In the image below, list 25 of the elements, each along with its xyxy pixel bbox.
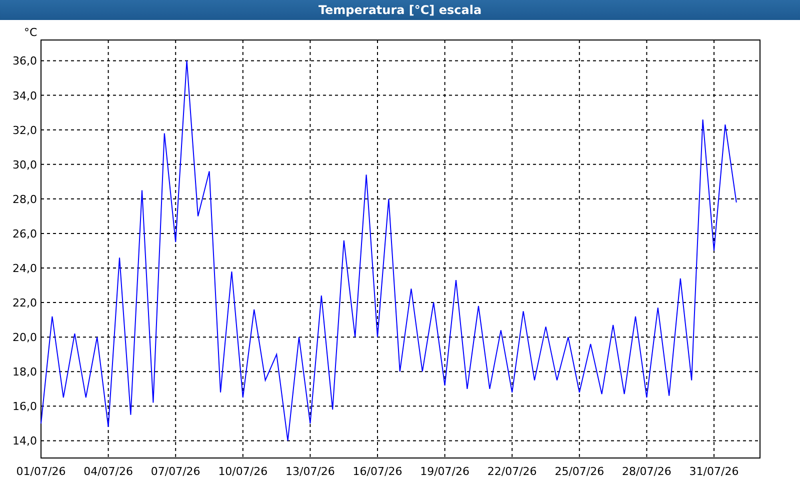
y-tick-label: 20,0	[12, 331, 37, 344]
y-tick-label: 28,0	[12, 192, 37, 206]
y-tick-label: 34,0	[12, 89, 37, 102]
window-title: Temperatura [°C] escala	[0, 0, 800, 20]
x-tick-label: 13/07/26	[286, 465, 335, 478]
y-tick-label: 24,0	[12, 262, 37, 275]
y-axis-unit: °C	[24, 26, 38, 39]
y-tick-label: 16,0	[12, 400, 37, 414]
x-tick-label: 01/07/26	[16, 465, 66, 478]
x-tick-label: 31/07/26	[689, 465, 739, 478]
x-tick-label: 10/07/26	[218, 465, 268, 478]
y-tick-label: 26,0	[12, 227, 37, 240]
x-tick-label: 22/07/26	[487, 465, 537, 478]
x-tick-label: 07/07/26	[150, 465, 200, 478]
x-tick-label: 04/07/26	[84, 465, 133, 478]
y-tick-label: 18,0	[12, 366, 37, 379]
x-tick-label: 16/07/26	[352, 465, 402, 478]
x-tick-label: 25/07/26	[554, 465, 604, 478]
y-tick-label: 32,0	[12, 124, 37, 137]
y-tick-label: 30,0	[12, 158, 37, 172]
y-tick-label: 36,0	[12, 54, 37, 68]
x-tick-label: 28/07/26	[622, 465, 672, 478]
y-tick-label: 22,0	[12, 296, 37, 310]
y-tick-label: 14,0	[12, 434, 37, 448]
x-tick-label: 19/07/26	[420, 465, 470, 478]
